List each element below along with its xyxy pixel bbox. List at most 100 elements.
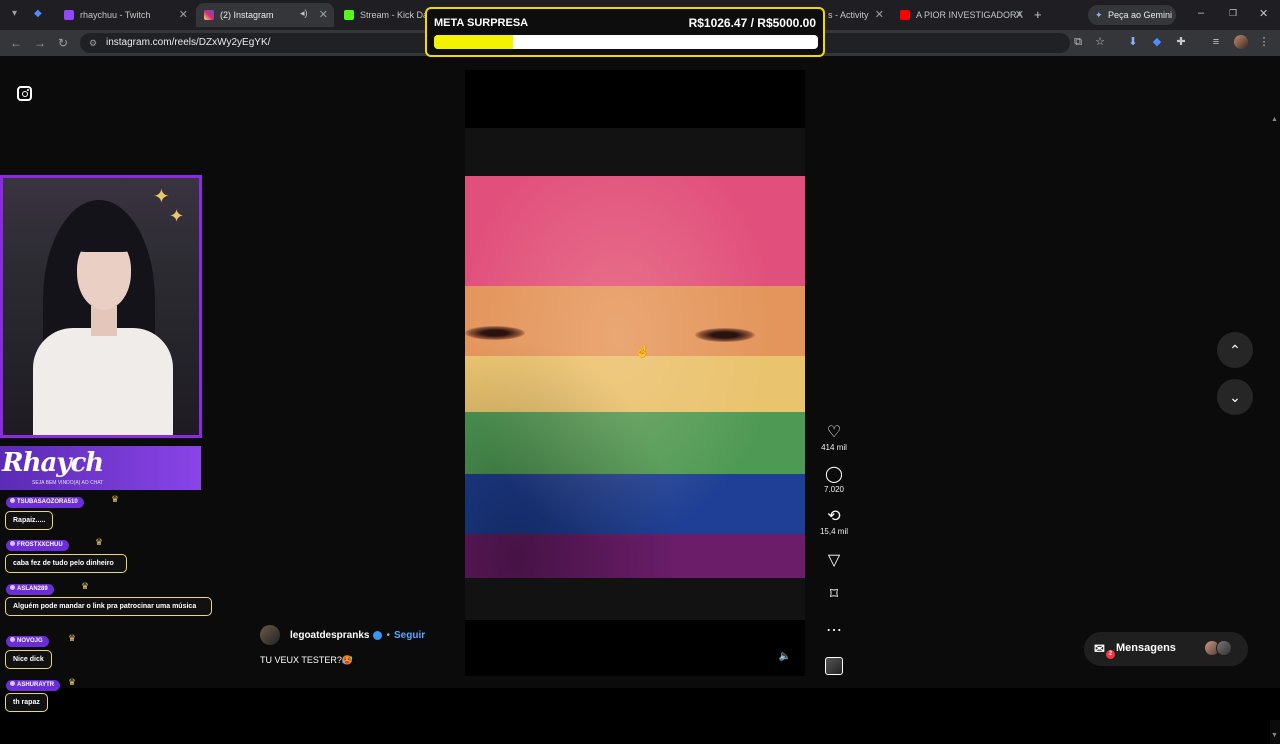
install-app-icon[interactable]: ⧉ bbox=[1072, 36, 1084, 48]
scroll-up-icon[interactable]: ▲ bbox=[1271, 116, 1278, 123]
download-icon[interactable]: ⬇ bbox=[1127, 36, 1139, 48]
reel-author: legoatdespranks • Seguir bbox=[260, 625, 425, 645]
webcam-frame: ✦ ✦ bbox=[0, 175, 202, 438]
dog-face-overlay bbox=[465, 176, 805, 578]
follow-button[interactable]: Seguir bbox=[394, 630, 425, 641]
tab-twitch[interactable]: rhaychuu - Twitch ✕ bbox=[56, 3, 194, 27]
mute-icon[interactable]: 🔈 bbox=[779, 651, 791, 662]
stream-banner: Rhaych SEJA BEM VINDO(A) AO CHAT bbox=[0, 446, 201, 490]
chat-badge-icon bbox=[10, 637, 15, 642]
chat-message: Rapaiz..... bbox=[5, 511, 53, 530]
more-action[interactable]: ⋯ bbox=[818, 622, 850, 640]
close-tab-icon[interactable]: ✕ bbox=[179, 8, 188, 21]
close-tab-icon[interactable]: ✕ bbox=[319, 8, 328, 21]
reload-icon[interactable]: ↻ bbox=[58, 36, 68, 50]
crown-icon: ♛ bbox=[68, 677, 77, 687]
pinned-tab-icon[interactable]: ◆ bbox=[34, 8, 42, 19]
right-eye bbox=[695, 328, 755, 342]
chat-username: TSUBASAOZORA510 bbox=[6, 497, 84, 508]
tab-kick[interactable]: Stream - Kick Dash bbox=[336, 3, 428, 27]
gemini-button[interactable]: ✦ Peça ao Gemini bbox=[1088, 5, 1176, 25]
repost-action[interactable]: ⟲ 15,4 mil bbox=[818, 508, 850, 536]
tab-title: A PIOR INVESTIGADORA bbox=[916, 10, 1023, 20]
next-reel-button[interactable]: ⌄ bbox=[1217, 379, 1253, 415]
instagram-icon[interactable] bbox=[17, 86, 32, 101]
tab-activity[interactable]: s - Activity ✕ bbox=[828, 3, 890, 27]
tab-youtube[interactable]: A PIOR INVESTIGADORA ✕ bbox=[892, 3, 1030, 27]
streamer-neck bbox=[91, 306, 117, 336]
share-action[interactable]: ▽ bbox=[818, 552, 850, 570]
url-text: instagram.com/reels/DZxWy2yEgYK/ bbox=[106, 37, 271, 48]
tab-title: (2) Instagram bbox=[220, 10, 274, 20]
crown-icon: ♛ bbox=[68, 633, 77, 643]
close-tab-icon[interactable]: ✕ bbox=[1015, 8, 1024, 21]
author-avatar[interactable] bbox=[260, 625, 280, 645]
messages-badge: 2 bbox=[1106, 650, 1115, 659]
heart-icon[interactable]: ♡ bbox=[818, 424, 850, 442]
new-tab-icon[interactable]: + bbox=[1034, 7, 1042, 22]
taskbar-strip bbox=[0, 688, 1280, 720]
profile-avatar[interactable] bbox=[1234, 35, 1248, 49]
goal-title: META SURPRESA bbox=[434, 17, 529, 29]
repost-count: 15,4 mil bbox=[819, 527, 848, 536]
author-name[interactable]: legoatdespranks bbox=[290, 630, 369, 641]
left-eye bbox=[465, 326, 525, 340]
extensions-puzzle-icon[interactable]: ✚ bbox=[1175, 36, 1187, 48]
reel-video[interactable]: ☝ bbox=[465, 176, 805, 578]
comment-icon[interactable]: ◯ bbox=[818, 466, 850, 484]
gemini-label: Peça ao Gemini bbox=[1108, 10, 1173, 20]
chat-message: Alguém pode mandar o link pra patrocinar… bbox=[5, 597, 212, 616]
minimize-icon[interactable]: – bbox=[1198, 7, 1204, 19]
separator-dot: • bbox=[386, 629, 390, 641]
reel-caption: TU VEUX TESTER?🥵 bbox=[260, 655, 354, 665]
tab-search-icon[interactable]: ▾ bbox=[12, 8, 17, 19]
kick-icon bbox=[344, 10, 354, 20]
reel-player[interactable]: ☝ 🔈 bbox=[465, 70, 805, 676]
repost-icon[interactable]: ⟲ bbox=[818, 508, 850, 526]
more-options-icon[interactable]: ⋯ bbox=[818, 622, 850, 640]
audio-thumbnail[interactable] bbox=[825, 657, 843, 675]
tab-title: Stream - Kick Dash bbox=[360, 10, 428, 20]
media-control-icon[interactable]: ≡ bbox=[1210, 36, 1222, 48]
hand-cursor-icon: ☝ bbox=[635, 344, 650, 358]
send-icon[interactable]: ▽ bbox=[818, 552, 850, 570]
reel-top-bar bbox=[465, 70, 805, 128]
like-action[interactable]: ♡ 414 mil bbox=[818, 424, 850, 452]
chat-badge-icon bbox=[10, 585, 15, 590]
verified-badge-icon bbox=[373, 630, 383, 640]
chat-username: FROSTXXCHUU bbox=[6, 540, 69, 551]
chat-badge-icon bbox=[10, 541, 15, 546]
forward-icon[interactable]: → bbox=[34, 36, 46, 50]
scroll-down-icon[interactable]: ▼ bbox=[1271, 732, 1278, 739]
chat-badge-icon bbox=[10, 498, 15, 503]
star-icon: ✦ bbox=[153, 186, 170, 208]
messages-button[interactable]: ✉ 2 Mensagens bbox=[1084, 632, 1248, 666]
tab-title: rhaychuu - Twitch bbox=[80, 10, 151, 20]
speaker-icon[interactable]: ◂) bbox=[300, 8, 308, 19]
comment-action[interactable]: ◯ 7.020 bbox=[818, 466, 850, 494]
bookmark-star-icon[interactable]: ☆ bbox=[1094, 36, 1106, 48]
site-info-icon[interactable]: ⚙ bbox=[89, 33, 97, 53]
chat-badge-icon bbox=[10, 681, 15, 686]
like-count: 414 mil bbox=[821, 443, 847, 452]
browser-menu-icon[interactable]: ⋮ bbox=[1258, 36, 1270, 48]
message-avatar bbox=[1216, 640, 1232, 656]
gemini-icon: ✦ bbox=[1095, 10, 1103, 20]
chat-username: ASLAN289 bbox=[6, 584, 54, 595]
previous-reel-button[interactable]: ⌃ bbox=[1217, 332, 1253, 368]
comment-count: 7.020 bbox=[823, 485, 845, 494]
reel-bottom-bar: 🔈 bbox=[465, 620, 805, 676]
messages-label: Mensagens bbox=[1116, 642, 1176, 654]
scrollbar[interactable]: ▲ ▼ bbox=[1270, 112, 1280, 744]
close-tab-icon[interactable]: ✕ bbox=[875, 8, 884, 21]
back-icon[interactable]: ← bbox=[10, 36, 22, 50]
streamer-bangs bbox=[73, 216, 135, 252]
restore-icon[interactable]: ❐ bbox=[1229, 8, 1237, 19]
close-window-icon[interactable]: ✕ bbox=[1259, 7, 1268, 20]
save-action[interactable]: ⌑ bbox=[818, 586, 850, 604]
tab-instagram[interactable]: (2) Instagram ◂) ✕ bbox=[196, 3, 334, 27]
extension-gem-icon[interactable]: ◆ bbox=[1151, 36, 1163, 48]
chat-username: ASHURAYTR bbox=[6, 680, 61, 691]
chat-message: caba fez de tudo pelo dinheiro bbox=[5, 554, 127, 573]
bookmark-icon[interactable]: ⌑ bbox=[818, 586, 850, 604]
